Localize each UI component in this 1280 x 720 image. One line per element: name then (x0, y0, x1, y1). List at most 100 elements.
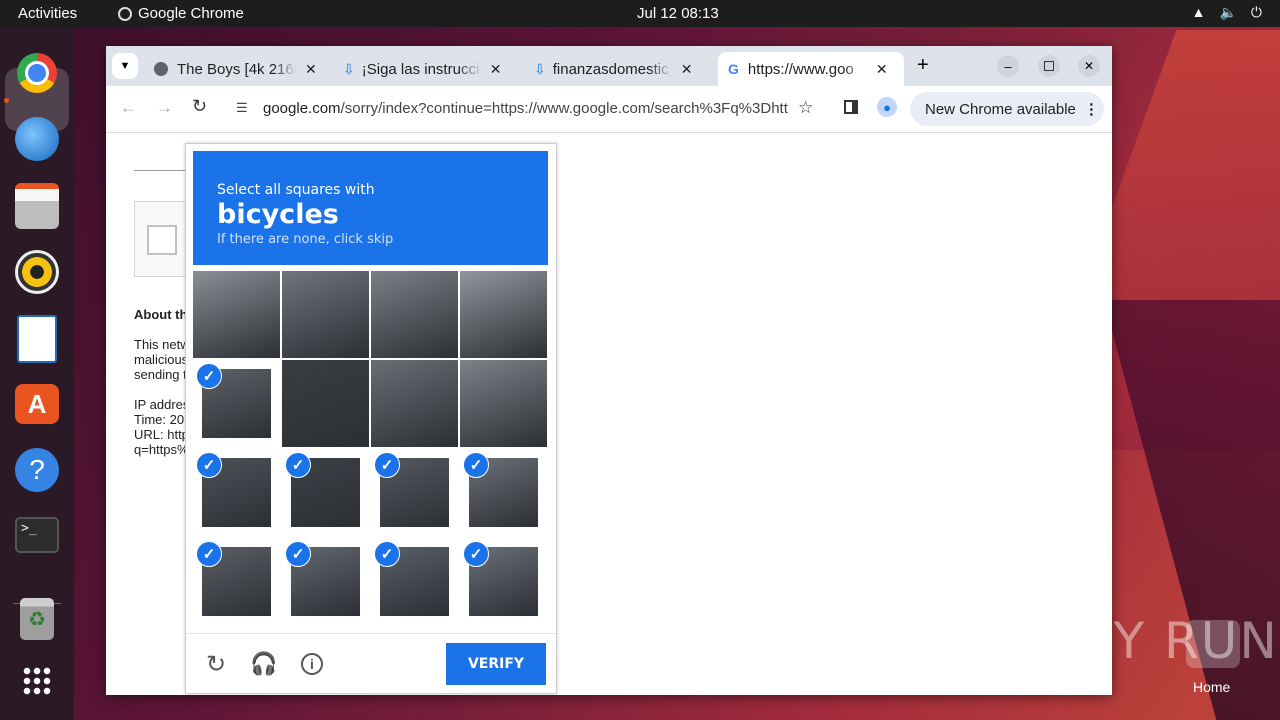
captcha-tile[interactable]: ✓ (193, 360, 280, 447)
back-icon[interactable]: ← (120, 98, 137, 118)
text-line: malicious (134, 352, 189, 367)
checkmark-icon: ✓ (285, 452, 311, 478)
captcha-tile[interactable] (371, 271, 458, 358)
target-object: bicycles (217, 199, 339, 230)
tab-title: finanzasdomestic (552, 60, 669, 78)
recaptcha-checkbox[interactable] (147, 225, 177, 255)
captcha-tile[interactable] (282, 271, 369, 358)
thunderbird-dock-icon[interactable] (13, 115, 61, 163)
reload-challenge-icon[interactable]: ↻ (202, 650, 230, 678)
captcha-tile[interactable] (371, 360, 458, 447)
files-dock-icon[interactable] (13, 182, 61, 230)
maximize-icon[interactable] (1038, 55, 1060, 77)
writer-dock-icon[interactable] (13, 315, 61, 363)
url-text: google.com/sorry/index?continue=https://… (263, 100, 788, 117)
captcha-tile[interactable]: ✓ (193, 538, 280, 625)
tile-image (371, 360, 458, 447)
google-icon: G (728, 61, 739, 77)
verify-button[interactable]: VERIFY (446, 643, 546, 685)
text-line: IP addres (134, 397, 190, 412)
captcha-tile[interactable]: ✓ (460, 449, 547, 536)
network-icon: ▲ (1191, 4, 1206, 20)
download-icon: ⇩ (534, 60, 546, 77)
tile-image (460, 360, 547, 447)
software-dock-icon[interactable]: A (13, 380, 61, 428)
reload-icon[interactable]: ↻ (192, 96, 207, 117)
close-icon[interactable]: ✕ (681, 61, 693, 78)
tile-image (282, 271, 369, 358)
captcha-tile[interactable] (282, 360, 369, 447)
captcha-grid: ✓ ✓ ✓ ✓ ✓ ✓ ✓ ✓ ✓ (193, 271, 548, 626)
forward-icon[interactable]: → (156, 98, 173, 118)
terminal-dock-icon[interactable]: >_ (13, 511, 61, 559)
new-chrome-available-button[interactable]: New Chrome available ⋮ (910, 92, 1104, 126)
text-line: URL: http (134, 427, 189, 442)
captcha-tile[interactable]: ✓ (282, 449, 369, 536)
close-icon[interactable]: ✕ (876, 61, 888, 78)
activities-button[interactable]: Activities (18, 5, 77, 22)
chevron-down-icon: ▼ (119, 60, 131, 72)
about-heading: About th (134, 307, 188, 322)
tab-1[interactable]: ⇩ ¡Siga las instrucci ✕ (343, 52, 501, 86)
chrome-icon (118, 6, 132, 21)
captcha-challenge: Select all squares with bicycles If ther… (185, 143, 557, 694)
bookmark-star-icon[interactable]: ☆ (798, 98, 813, 118)
captcha-tile[interactable] (460, 271, 547, 358)
audio-challenge-icon[interactable]: 🎧 (250, 650, 278, 678)
info-icon[interactable]: i (298, 650, 326, 678)
tab-title: ¡Siga las instrucci (361, 60, 480, 78)
tab-2[interactable]: ⇩ finanzasdomestic ✕ (534, 52, 692, 86)
power-icon: ⏻ (1250, 4, 1262, 20)
home-folder-label: Home (1193, 679, 1231, 695)
tab-0[interactable]: The Boys [4k 2160 ✕ (154, 52, 317, 86)
captcha-footer: ↻ 🎧 i VERIFY (186, 633, 556, 694)
captcha-tile[interactable] (193, 271, 280, 358)
system-tray[interactable]: ▲ 🔈 ⏻ (1192, 4, 1262, 21)
new-tab-icon[interactable]: + (917, 54, 929, 77)
profile-icon[interactable]: ● (877, 97, 897, 117)
text-line: sending t (134, 367, 187, 382)
omnibox[interactable]: ☰ google.com/sorry/index?continue=https:… (224, 91, 824, 127)
url-path: /sorry/index?continue=https://www.google… (340, 100, 788, 117)
captcha-tile[interactable] (460, 360, 547, 447)
captcha-tile[interactable]: ✓ (282, 538, 369, 625)
checkmark-icon: ✓ (285, 541, 311, 567)
trash-dock-icon[interactable]: ♻ (13, 595, 61, 643)
url-host: google.com (263, 100, 341, 117)
tab-strip: ▼ The Boys [4k 2160 ✕ ⇩ ¡Siga las instru… (106, 46, 1112, 86)
dock: A ? >_ ♻ (0, 27, 74, 720)
captcha-header: Select all squares with bicycles If ther… (193, 151, 548, 265)
chrome-dock-icon[interactable] (13, 49, 61, 97)
help-dock-icon[interactable]: ? (13, 446, 61, 494)
captcha-tile[interactable]: ✓ (193, 449, 280, 536)
clock[interactable]: Jul 12 08:13 (637, 5, 719, 22)
side-panel-icon[interactable] (844, 100, 858, 114)
app-name: Google Chrome (138, 5, 244, 22)
close-icon[interactable]: ✕ (305, 61, 317, 78)
minimize-icon[interactable]: – (997, 55, 1019, 77)
skip-hint: If there are none, click skip (217, 232, 394, 247)
checkmark-icon: ✓ (374, 452, 400, 478)
captcha-tile[interactable]: ✓ (460, 538, 547, 625)
top-bar: Activities Google Chrome Jul 12 08:13 ▲ … (0, 0, 1280, 27)
captcha-tile[interactable]: ✓ (371, 449, 458, 536)
tile-image (460, 271, 547, 358)
close-icon[interactable]: ✕ (490, 61, 502, 78)
site-info-icon[interactable]: ☰ (236, 100, 248, 116)
more-menu-icon[interactable]: ⋮ (1084, 100, 1099, 118)
app-menu[interactable]: Google Chrome (118, 5, 244, 22)
close-window-icon[interactable]: ✕ (1078, 55, 1100, 77)
volume-icon: 🔈 (1219, 4, 1237, 20)
tab-3[interactable]: G https://www.goo ✕ (718, 52, 904, 86)
tile-image (193, 271, 280, 358)
captcha-tile[interactable]: ✓ (371, 538, 458, 625)
request-details: IP addres Time: 20 URL: http q=https% (134, 397, 189, 457)
rhythmbox-dock-icon[interactable] (13, 248, 61, 296)
tile-image (282, 360, 369, 447)
show-apps-icon[interactable] (13, 657, 61, 705)
tile-image (371, 271, 458, 358)
instruction-text: Select all squares with (217, 182, 375, 198)
tab-search-button[interactable]: ▼ (112, 53, 138, 79)
home-folder-icon[interactable] (1186, 620, 1240, 668)
checkmark-icon: ✓ (196, 541, 222, 567)
